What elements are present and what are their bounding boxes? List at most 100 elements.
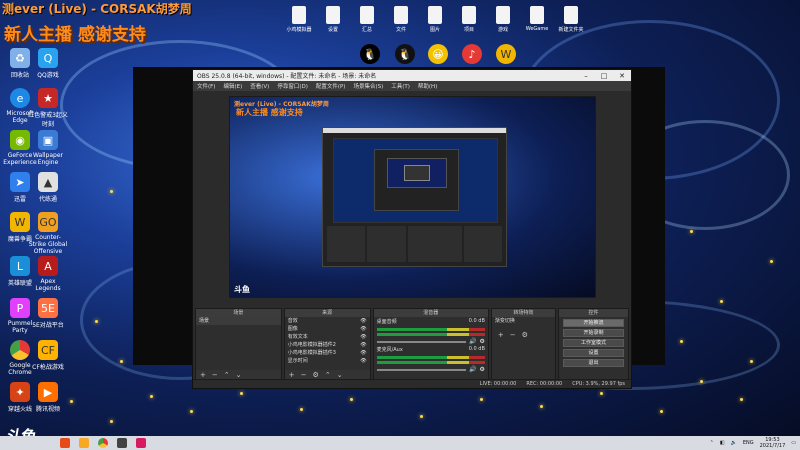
- source-item[interactable]: 有效文本 👁: [285, 333, 370, 341]
- desktop-icon-5e[interactable]: 5E 5E对战平台: [28, 298, 68, 329]
- exit-button[interactable]: 退出: [563, 359, 624, 367]
- transitions-dock-title: 转场特效: [491, 309, 555, 317]
- close-button[interactable]: ✕: [613, 72, 631, 80]
- chrome-icon[interactable]: [98, 438, 108, 448]
- desktop-icon-csgo[interactable]: GO Counter-Strike Global Offensive: [28, 212, 68, 255]
- volume-meter: [376, 328, 485, 331]
- desktop-icon[interactable]: 文件: [386, 6, 416, 33]
- file-icon: [462, 6, 476, 24]
- input-language[interactable]: ENG: [743, 440, 754, 446]
- menu-tools[interactable]: 工具(T): [391, 82, 410, 90]
- desktop-icon[interactable]: WeGame: [522, 6, 552, 32]
- desktop-icon-cf[interactable]: CF CF枪战游戏: [28, 340, 68, 371]
- notification-icon[interactable]: ▭: [791, 440, 796, 446]
- move-down-icon[interactable]: ⌄: [236, 371, 242, 379]
- obs-taskbar-icon[interactable]: [117, 438, 127, 448]
- desktop-icon-red-alert[interactable]: ★ 红色警戒3起义时刻: [28, 88, 68, 128]
- edge-icon: e: [10, 88, 30, 108]
- chrome-icon: [10, 340, 30, 360]
- speaker-icon[interactable]: 🔊: [469, 338, 476, 345]
- volume-slider[interactable]: [376, 368, 467, 371]
- desktop-icon-tencent-video[interactable]: ▶ 腾讯视频: [28, 382, 68, 413]
- file-icon: [428, 6, 442, 24]
- desktop-icon[interactable]: 汇总: [352, 6, 382, 33]
- transition-select[interactable]: 渐变切换: [492, 317, 555, 325]
- desktop-icon-dailiantong[interactable]: ▲ 代练通: [28, 172, 68, 203]
- add-scene-button[interactable]: +: [200, 371, 206, 379]
- menu-edit[interactable]: 编辑(E): [223, 82, 242, 90]
- source-item[interactable]: 显示时间 👁: [285, 357, 370, 365]
- taskbar-app-icon[interactable]: [60, 438, 70, 448]
- stream-title: 测ever (Live) - CORSAK胡梦周: [2, 2, 192, 16]
- preview-stream-subtitle: 新人主播 感谢支持: [236, 108, 303, 117]
- speaker-icon[interactable]: 🔊: [469, 366, 476, 373]
- source-item[interactable]: 图像 👁: [285, 325, 370, 333]
- clock[interactable]: 19:53 2021/7/17: [760, 437, 786, 449]
- apex-icon: A: [38, 256, 58, 276]
- minimize-button[interactable]: –: [577, 72, 595, 80]
- move-up-icon[interactable]: ⌃: [325, 371, 331, 379]
- eye-icon[interactable]: 👁: [360, 333, 366, 341]
- desktop-icon-qq-game[interactable]: Q QQ游戏: [28, 48, 68, 79]
- menu-scene-collection[interactable]: 场景集合(S): [353, 82, 383, 90]
- desktop-icon[interactable]: 设置: [318, 6, 348, 33]
- menu-profile[interactable]: 配置文件(P): [316, 82, 346, 90]
- menu-view[interactable]: 查看(V): [250, 82, 269, 90]
- start-streaming-button[interactable]: 开始推流: [563, 319, 624, 327]
- desktop-icon[interactable]: 项目: [454, 6, 484, 33]
- dailiantong-icon: ▲: [38, 172, 58, 192]
- taskbar-app-icon[interactable]: [79, 438, 89, 448]
- warcraft-icon[interactable]: W: [486, 44, 526, 66]
- add-source-button[interactable]: +: [289, 371, 295, 379]
- gear-icon[interactable]: ⚙: [480, 366, 485, 373]
- eye-icon[interactable]: 👁: [360, 325, 366, 333]
- file-icon: [496, 6, 510, 24]
- menu-help[interactable]: 帮助(H): [418, 82, 437, 90]
- source-item[interactable]: 音效 👁: [285, 317, 370, 325]
- move-down-icon[interactable]: ⌄: [337, 371, 343, 379]
- menu-docks[interactable]: 停靠窗口(D): [277, 82, 308, 90]
- gear-icon[interactable]: ⚙: [480, 338, 485, 345]
- rec-status: REC: 00:00:00: [526, 381, 563, 387]
- remove-source-button[interactable]: −: [301, 371, 307, 379]
- gear-icon[interactable]: ⚙: [522, 331, 528, 339]
- network-icon[interactable]: ◧: [720, 440, 725, 446]
- taskbar-app-icon[interactable]: [136, 438, 146, 448]
- chevron-up-icon[interactable]: ⌃: [710, 440, 714, 446]
- preview-canvas[interactable]: 测ever (Live) - CORSAK胡梦周 新人主播 感谢支持 斗鱼: [229, 96, 596, 298]
- add-transition-button[interactable]: +: [498, 331, 504, 339]
- scene-item[interactable]: 场景: [196, 317, 281, 325]
- desktop-icon[interactable]: 新建文件夹: [556, 6, 586, 33]
- cf-icon: CF: [38, 340, 58, 360]
- scenes-dock-title: 场景: [196, 309, 281, 317]
- eye-icon[interactable]: 👁: [360, 357, 366, 365]
- sources-dock: 来源 音效 👁 图像 👁 有效文本 👁 小鸡电影模拟器插件2 👁 小鸡电影模拟器插件3 👁…: [283, 308, 371, 380]
- volume-slider[interactable]: [376, 340, 467, 343]
- source-item[interactable]: 小鸡电影模拟器插件3 👁: [285, 349, 370, 357]
- lol-icon: L: [10, 256, 30, 276]
- settings-button[interactable]: 设置: [563, 349, 624, 357]
- volume-icon[interactable]: 🔈: [731, 440, 737, 446]
- controls-dock: 控件 开始推流 开始录制 工作室模式 设置 退出: [558, 308, 629, 380]
- desktop-icon[interactable]: 图片: [420, 6, 450, 33]
- gear-icon[interactable]: ⚙: [313, 371, 319, 379]
- desktop-icon[interactable]: 小鸡模拟器: [284, 6, 314, 33]
- desktop-icon-wallpaper-engine[interactable]: ▣ Wallpaper Engine: [28, 130, 68, 166]
- cpu-status: CPU: 3.9%, 29.97 fps: [572, 381, 625, 387]
- desktop-icon[interactable]: 游戏: [488, 6, 518, 33]
- maximize-button[interactable]: □: [595, 72, 613, 80]
- eye-icon[interactable]: 👁: [360, 317, 366, 325]
- menu-bar: 文件(F) 编辑(E) 查看(V) 停靠窗口(D) 配置文件(P) 场景集合(S…: [193, 81, 631, 91]
- source-item[interactable]: 小鸡电影模拟器插件2 👁: [285, 341, 370, 349]
- qq-icon[interactable]: 🐧: [350, 44, 390, 66]
- eye-icon[interactable]: 👁: [360, 341, 366, 349]
- start-recording-button[interactable]: 开始录制: [563, 329, 624, 337]
- desktop-icon-apex[interactable]: A Apex Legends: [28, 256, 68, 292]
- studio-mode-button[interactable]: 工作室模式: [563, 339, 624, 347]
- move-up-icon[interactable]: ⌃: [224, 371, 230, 379]
- transitions-dock: 转场特效 渐变切换 + − ⚙: [490, 308, 556, 380]
- menu-file[interactable]: 文件(F): [197, 82, 215, 90]
- remove-transition-button[interactable]: −: [510, 331, 516, 339]
- eye-icon[interactable]: 👁: [360, 349, 366, 357]
- remove-scene-button[interactable]: −: [212, 371, 218, 379]
